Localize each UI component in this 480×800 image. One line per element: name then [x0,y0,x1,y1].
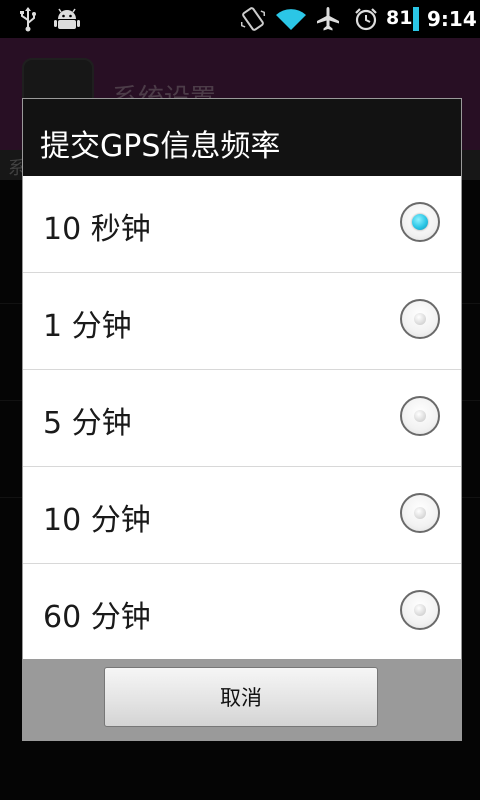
radio-dot [412,214,428,230]
usb-icon [14,0,42,38]
gps-frequency-dialog: 提交GPS信息频率 10 秒钟 1 分钟 5 分钟 10 分钟 60 分钟 取消 [22,98,462,741]
radio-button[interactable] [400,493,440,533]
radio-button[interactable] [400,202,440,242]
status-clock: 9:14 [427,7,477,31]
battery-level: 81 [386,7,413,29]
radio-button[interactable] [400,590,440,630]
screen: 81 9:14 系统设置 系统设置 提交GPS信息频率 10 秒钟 [0,0,480,800]
radio-dot [414,507,426,519]
option-1-minute[interactable]: 1 分钟 [23,273,461,370]
battery-icon [412,0,420,38]
dialog-title-bar: 提交GPS信息频率 [23,99,461,177]
radio-button[interactable] [400,299,440,339]
option-label: 5 分钟 [43,406,132,441]
radio-dot [414,410,426,422]
option-label: 10 分钟 [43,503,151,538]
option-label: 10 秒钟 [43,212,151,247]
option-label: 1 分钟 [43,309,132,344]
android-debug-icon [52,0,82,38]
option-10-seconds[interactable]: 10 秒钟 [23,176,461,273]
radio-dot [414,604,426,616]
cancel-button[interactable]: 取消 [104,667,378,727]
alarm-icon [352,0,380,38]
status-bar: 81 9:14 [0,0,480,38]
airplane-icon [314,0,342,38]
option-list: 10 秒钟 1 分钟 5 分钟 10 分钟 60 分钟 [23,176,461,661]
dialog-title: 提交GPS信息频率 [40,129,281,164]
option-label: 60 分钟 [43,600,151,635]
option-60-minutes[interactable]: 60 分钟 [23,564,461,661]
vibrate-icon [238,0,268,38]
option-5-minutes[interactable]: 5 分钟 [23,370,461,467]
radio-button[interactable] [400,396,440,436]
dialog-button-panel: 取消 [23,659,461,740]
wifi-icon [274,0,308,38]
radio-dot [414,313,426,325]
option-10-minutes[interactable]: 10 分钟 [23,467,461,564]
